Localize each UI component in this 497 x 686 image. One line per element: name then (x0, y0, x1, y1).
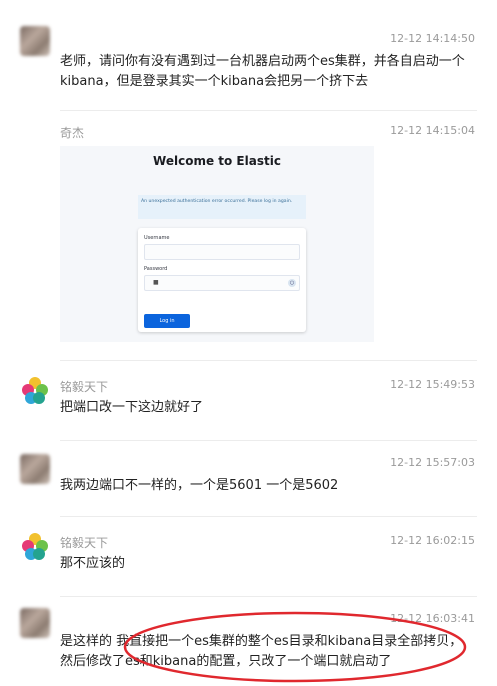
flower-avatar-icon (22, 377, 48, 404)
message-time: 12-12 16:02:15 (390, 534, 475, 547)
password-field: ■ ○ (144, 275, 300, 291)
message-time: 12-12 15:49:53 (390, 378, 475, 391)
avatar[interactable] (20, 454, 50, 484)
login-button: Log in (144, 314, 190, 328)
avatar[interactable] (20, 608, 50, 638)
sender-name: 铭毅天下 (60, 536, 109, 550)
divider (60, 596, 477, 597)
message-time: 12-12 14:14:50 (390, 32, 475, 45)
message-text: 那不应该的 (60, 556, 126, 571)
sender-name: 奇杰 (60, 126, 85, 140)
password-label: Password (144, 266, 168, 272)
screenshot-title: Welcome to Elastic (153, 154, 281, 168)
username-label: Username (144, 235, 170, 241)
message-time: 12-12 16:03:41 (390, 612, 475, 625)
login-card: Username Password ■ ○ Log in (138, 228, 306, 332)
avatar[interactable] (20, 532, 50, 562)
message-image[interactable]: Welcome to Elastic An unexpected authent… (60, 146, 374, 342)
lock-icon: ■ (153, 279, 159, 286)
message-time: 12-12 15:57:03 (390, 456, 475, 469)
divider (60, 360, 477, 361)
username-field (144, 244, 300, 260)
screenshot-alert: An unexpected authentication error occur… (138, 195, 306, 219)
message-text: 把端口改一下这边就好了 (60, 400, 204, 415)
message-text: 是这样的 我直接把一个es集群的整个es目录和kibana目录全部拷贝，然后修改… (60, 634, 463, 669)
message-time: 12-12 14:15:04 (390, 124, 475, 137)
avatar[interactable] (20, 26, 50, 56)
avatar[interactable] (20, 376, 50, 406)
screenshot-alert-text: An unexpected authentication error occur… (141, 199, 293, 204)
divider (60, 440, 477, 441)
divider (60, 516, 477, 517)
sender-name: 铭毅天下 (60, 380, 109, 394)
eye-icon: ○ (288, 279, 296, 287)
message-text: 老师，请问你有没有遇到过一台机器启动两个es集群，并各自启动一个kibana，但… (60, 54, 465, 89)
flower-avatar-icon (22, 533, 48, 560)
divider (60, 110, 477, 111)
message-text: 我两边端口不一样的，一个是5601 一个是5602 (60, 478, 339, 493)
